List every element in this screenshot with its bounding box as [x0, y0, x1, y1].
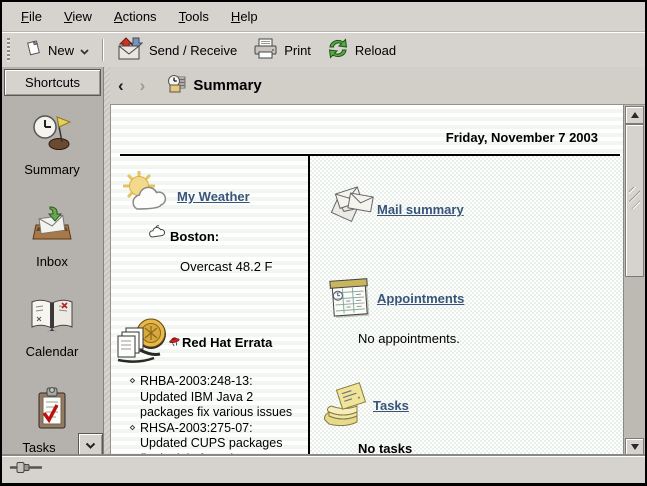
- appointments-link[interactable]: Appointments: [377, 291, 464, 306]
- menu-tools[interactable]: Tools: [168, 4, 220, 29]
- toolbar-separator: [102, 39, 104, 61]
- send-receive-icon: [117, 37, 143, 63]
- arrow-up-icon: [631, 112, 639, 118]
- mail-summary-icon: [329, 185, 375, 232]
- print-button[interactable]: Print: [245, 35, 319, 65]
- current-date: Friday, November 7 2003: [446, 130, 598, 145]
- shortcut-group-chevron-button[interactable]: [78, 433, 103, 458]
- toolbar-drag-handle[interactable]: [7, 38, 10, 62]
- arrow-down-icon: [631, 444, 639, 450]
- errata-icon: [116, 316, 172, 373]
- back-button[interactable]: ‹: [110, 76, 132, 96]
- shortcuts-group-button[interactable]: Shortcuts: [4, 69, 101, 96]
- errata-line: Updated IBM Java 2: [140, 390, 299, 406]
- send-receive-label: Send / Receive: [149, 43, 237, 58]
- tasks-link[interactable]: Tasks: [373, 398, 409, 413]
- column-divider: [308, 154, 310, 457]
- folder-title-bar: ‹ › Summary: [110, 67, 645, 105]
- status-bar: [2, 456, 645, 483]
- calendar-shortcut-icon: [2, 297, 102, 340]
- errata-title-text: Red Hat Errata: [182, 335, 272, 350]
- new-button-label: New: [48, 43, 74, 58]
- tasks-shortcut-icon: [2, 387, 102, 436]
- errata-line: Updated CUPS packages: [140, 436, 299, 452]
- new-document-icon: [25, 40, 42, 60]
- new-button[interactable]: New: [17, 37, 97, 63]
- errata-heading: Red Hat Errata: [169, 335, 272, 350]
- sidebar-item-label: Summary: [2, 162, 102, 177]
- errata-item[interactable]: ⋄ RHBA-2003:248-13: Updated IBM Java 2 p…: [129, 374, 299, 421]
- print-label: Print: [284, 43, 311, 58]
- sidebar-item-calendar[interactable]: Calendar: [2, 297, 102, 359]
- weather-icon: [121, 169, 171, 222]
- forward-button[interactable]: ›: [132, 76, 154, 96]
- appointments-icon: [329, 275, 371, 324]
- menubar: File View Actions Tools Help: [2, 2, 645, 32]
- tasks-icon: [321, 382, 371, 435]
- errata-line: packages fix various issues: [140, 405, 299, 421]
- bullet-icon: ⋄: [129, 421, 136, 437]
- vertical-scrollbar[interactable]: [623, 105, 645, 457]
- scrollbar-thumb[interactable]: [625, 124, 644, 277]
- no-appointments-text: No appointments.: [358, 331, 460, 346]
- online-connector-icon[interactable]: [10, 461, 42, 479]
- weather-location: Boston:: [170, 229, 219, 244]
- sidebar-item-label: Inbox: [2, 254, 102, 269]
- sidebar-item-summary[interactable]: Summary: [2, 111, 102, 177]
- toolbar: New Send / Receive: [2, 32, 645, 68]
- menu-actions[interactable]: Actions: [103, 4, 168, 29]
- printer-icon: [253, 38, 278, 62]
- shortcuts-label: Shortcuts: [25, 75, 80, 90]
- send-receive-button[interactable]: Send / Receive: [109, 34, 245, 66]
- sidebar-item-label: Calendar: [2, 344, 102, 359]
- menu-help[interactable]: Help: [220, 4, 269, 29]
- chevron-down-icon: [80, 43, 89, 58]
- errata-item[interactable]: ⋄ RHSA-2003:275-07: Updated CUPS package…: [129, 421, 299, 458]
- errata-list: ⋄ RHBA-2003:248-13: Updated IBM Java 2 p…: [129, 374, 299, 457]
- summary-shortcut-icon: [2, 111, 102, 158]
- errata-line: RHBA-2003:248-13:: [140, 374, 299, 390]
- sidebar-item-label: Tasks: [2, 440, 76, 455]
- red-hat-logo-icon: [169, 335, 180, 350]
- date-divider: [120, 154, 620, 156]
- scroll-down-button[interactable]: [625, 438, 644, 456]
- scroll-up-button[interactable]: [625, 106, 644, 124]
- sidebar-item-inbox[interactable]: Inbox: [2, 205, 102, 269]
- summary-pane: Friday, November 7 2003 My Weather Bosto…: [110, 105, 624, 457]
- shortcuts-sidebar: Shortcuts Summary: [2, 67, 104, 457]
- page-title: Summary: [193, 77, 261, 94]
- inbox-shortcut-icon: [2, 205, 102, 250]
- weather-conditions: Overcast 48.2 F: [180, 259, 272, 274]
- no-tasks-text: No tasks: [358, 441, 412, 456]
- chevron-down-icon: [85, 437, 96, 455]
- errata-line: RHSA-2003:275-07:: [140, 421, 299, 437]
- evolution-window: File View Actions Tools Help New: [0, 0, 647, 486]
- mail-summary-link[interactable]: Mail summary: [377, 202, 464, 217]
- summary-folder-icon: [167, 74, 187, 98]
- small-cloud-icon: [148, 225, 166, 244]
- my-weather-link[interactable]: My Weather: [177, 189, 250, 204]
- reload-icon: [327, 38, 349, 62]
- bullet-icon: ⋄: [129, 374, 136, 390]
- reload-button[interactable]: Reload: [319, 35, 404, 65]
- reload-label: Reload: [355, 43, 396, 58]
- menu-view[interactable]: View: [53, 4, 103, 29]
- menu-file[interactable]: File: [10, 4, 53, 29]
